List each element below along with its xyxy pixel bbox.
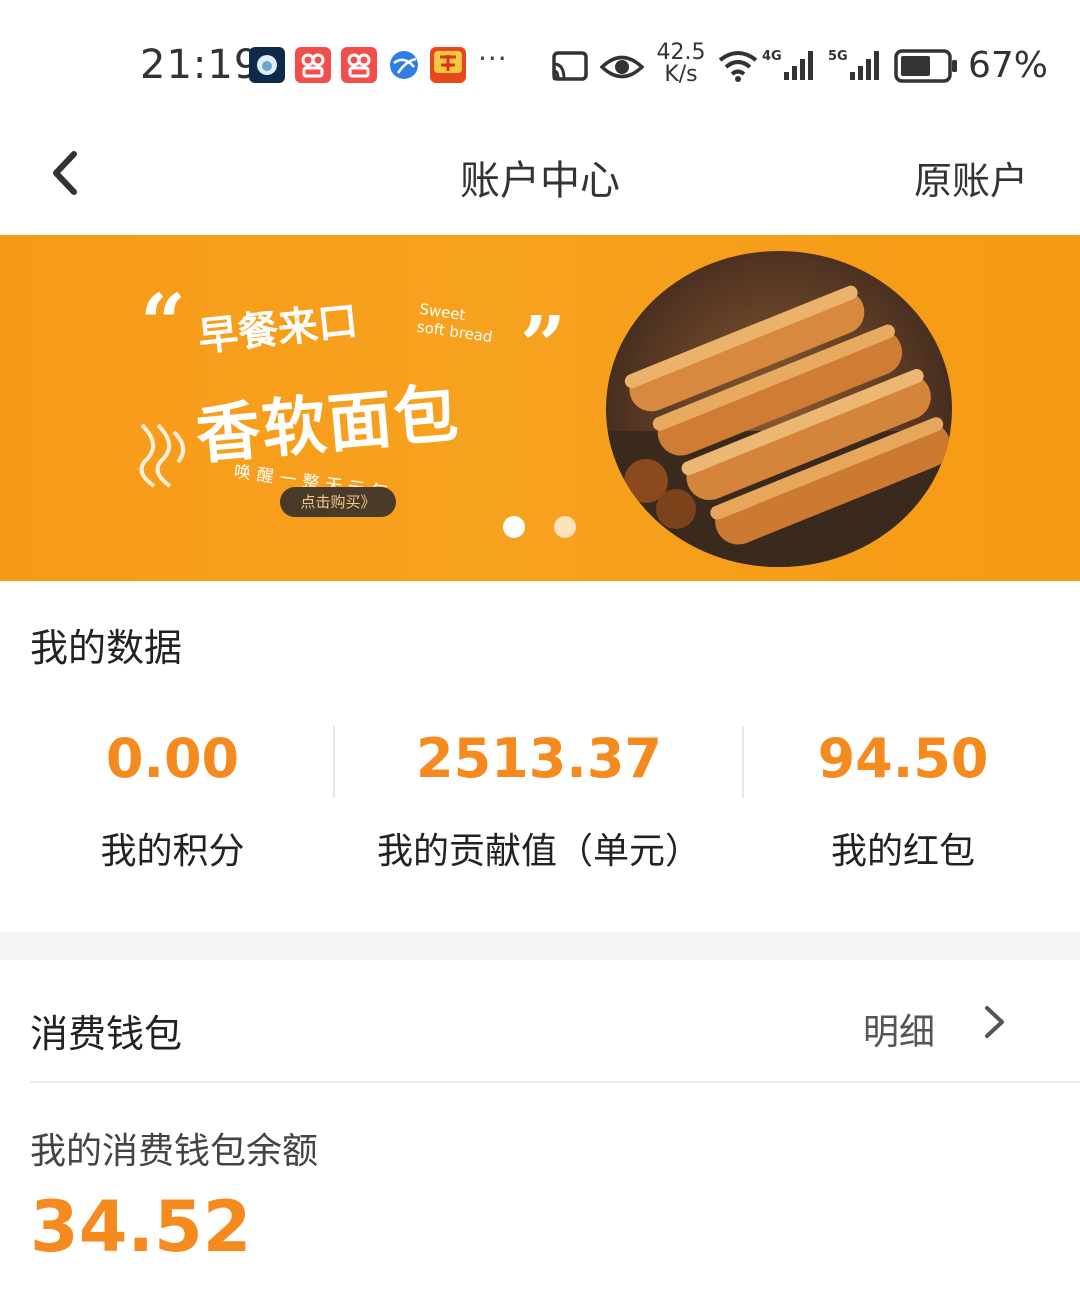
banner-english-text: Sweet soft bread bbox=[416, 300, 496, 346]
cast-icon bbox=[552, 51, 588, 81]
net-speed: 42.5 K/s bbox=[656, 42, 706, 86]
contribution-stat[interactable]: 2513.37 我的贡献值（单元） bbox=[335, 724, 743, 874]
red-packet-label: 我的红包 bbox=[830, 831, 975, 872]
battery-percent: 67% bbox=[968, 45, 1049, 86]
status-time: 21:19 bbox=[140, 42, 261, 88]
app-icon bbox=[341, 47, 377, 83]
bread-image bbox=[606, 251, 952, 567]
eye-icon bbox=[600, 55, 644, 79]
banner-headline: 香软面包 bbox=[193, 376, 463, 474]
red-packet-value: 94.50 bbox=[817, 727, 989, 790]
net-speed-value: 42.5 bbox=[656, 40, 706, 65]
banner-quote-close: ” bbox=[520, 298, 567, 392]
wallet-title: 消费钱包 bbox=[30, 1012, 183, 1056]
carousel-dot[interactable] bbox=[554, 516, 576, 538]
net-speed-unit: K/s bbox=[664, 62, 698, 87]
more-icon: ··· bbox=[478, 42, 508, 75]
signal-label: 4G bbox=[762, 49, 782, 64]
wifi-icon bbox=[718, 51, 758, 82]
contribution-value: 2513.37 bbox=[416, 727, 662, 790]
buy-now-button[interactable]: 点击购买》 bbox=[280, 487, 396, 517]
banner-quote-open: “ bbox=[140, 276, 187, 370]
taobao-icon bbox=[430, 47, 466, 83]
points-stat[interactable]: 0.00 我的积分 bbox=[0, 724, 345, 874]
points-value: 0.00 bbox=[105, 727, 240, 790]
points-label: 我的积分 bbox=[100, 831, 245, 872]
section-separator bbox=[0, 932, 1080, 960]
wallet-detail-link[interactable]: 明细 bbox=[863, 1003, 935, 1055]
red-packet-stat[interactable]: 94.50 我的红包 bbox=[743, 724, 1063, 874]
divider bbox=[30, 1081, 1080, 1083]
wallet-balance-value: 34.52 bbox=[30, 1186, 252, 1268]
my-data-title: 我的数据 bbox=[30, 626, 183, 670]
wallet-balance-label: 我的消费钱包余额 bbox=[30, 1131, 319, 1172]
browser-icon bbox=[386, 47, 422, 83]
chevron-right-icon[interactable] bbox=[982, 1002, 1008, 1042]
signal-label: 5G bbox=[828, 49, 848, 64]
steam-icon bbox=[139, 423, 186, 488]
app-icon bbox=[249, 47, 285, 83]
battery-icon bbox=[894, 49, 957, 83]
promo-banner[interactable]: “ 早餐来口 Sweet soft bread ” 香软面包 唤醒一整天元气 点… bbox=[0, 235, 1080, 581]
signal-icon: 5G bbox=[828, 49, 879, 80]
carousel-dot-active[interactable] bbox=[503, 516, 525, 538]
banner-line1: 早餐来口 bbox=[196, 298, 360, 361]
original-account-button[interactable]: 原账户 bbox=[914, 150, 1028, 205]
status-bar: 21:19 ··· 42.5 K/s 4G 5G 67% bbox=[0, 0, 1080, 130]
signal-icon: 4G bbox=[762, 49, 813, 80]
app-icon bbox=[295, 47, 331, 83]
contribution-label: 我的贡献值（单元） bbox=[376, 831, 701, 872]
nav-bar: 账户中心 原账户 bbox=[0, 130, 1080, 235]
